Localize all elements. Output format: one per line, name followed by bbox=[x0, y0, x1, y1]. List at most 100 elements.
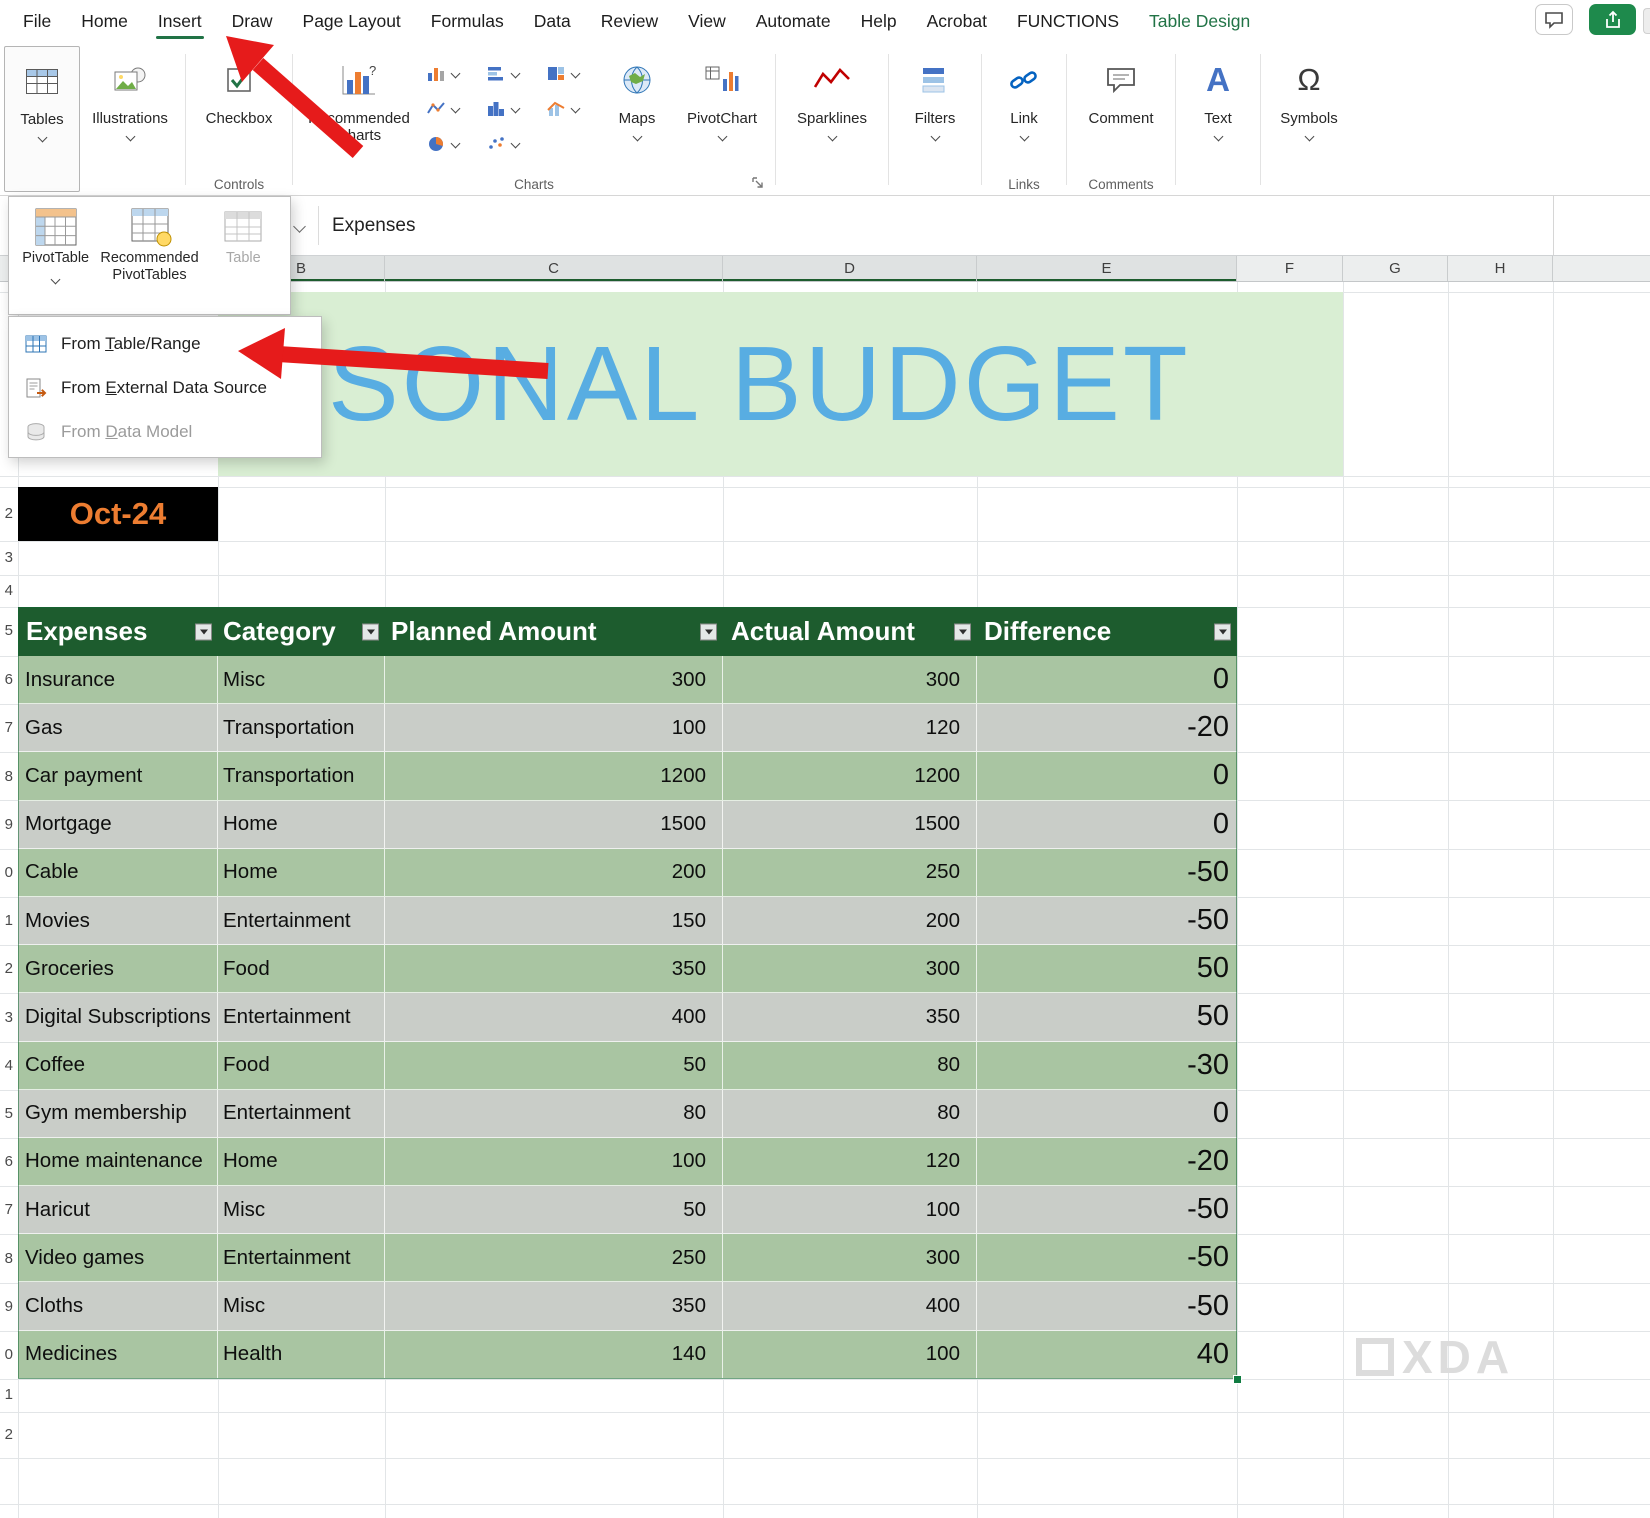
menu-tab[interactable]: FUNCTIONS bbox=[1002, 0, 1134, 42]
cell-planned-amount[interactable]: 350 bbox=[385, 1282, 723, 1329]
checkbox-button[interactable]: Checkbox bbox=[191, 46, 287, 174]
row-number[interactable]: 8 bbox=[0, 766, 13, 788]
table-row[interactable]: Mortgage Home 1500 1500 0 bbox=[18, 801, 1237, 849]
histogram-chart-button[interactable] bbox=[480, 91, 540, 126]
menu-tab[interactable]: Automate bbox=[741, 0, 846, 42]
table-row[interactable]: Gym membership Entertainment 80 80 0 bbox=[18, 1090, 1237, 1138]
cell-actual-amount[interactable]: 300 bbox=[723, 656, 977, 703]
cell-difference[interactable]: -20 bbox=[977, 704, 1237, 751]
menu-tab[interactable]: Data bbox=[519, 0, 586, 42]
hierarchy-chart-button[interactable] bbox=[540, 56, 600, 91]
cell-expense[interactable]: Cable bbox=[18, 849, 218, 896]
row-number[interactable]: 9 bbox=[0, 814, 13, 836]
cell-category[interactable]: Transportation bbox=[218, 752, 385, 799]
row-number[interactable]: 7 bbox=[0, 717, 13, 739]
row-number[interactable]: 4 bbox=[0, 1055, 13, 1077]
cell-planned-amount[interactable]: 50 bbox=[385, 1042, 723, 1089]
cell-planned-amount[interactable]: 1500 bbox=[385, 801, 723, 848]
table-row[interactable]: Home maintenance Home 100 120 -20 bbox=[18, 1138, 1237, 1186]
cell-actual-amount[interactable]: 1500 bbox=[723, 801, 977, 848]
row-number[interactable]: 8 bbox=[0, 1248, 13, 1270]
cell-actual-amount[interactable]: 120 bbox=[723, 704, 977, 751]
link-button[interactable]: Link bbox=[987, 46, 1061, 174]
row-number[interactable]: 5 bbox=[0, 620, 13, 642]
cell-actual-amount[interactable]: 350 bbox=[723, 993, 977, 1040]
cell-difference[interactable]: 0 bbox=[977, 752, 1237, 799]
cell-category[interactable]: Food bbox=[218, 1042, 385, 1089]
cell-difference[interactable]: -50 bbox=[977, 897, 1237, 944]
cell-category[interactable]: Home bbox=[218, 801, 385, 848]
filter-button[interactable] bbox=[954, 623, 971, 640]
cell-expense[interactable]: Gas bbox=[18, 704, 218, 751]
cell-category[interactable]: Entertainment bbox=[218, 897, 385, 944]
menu-tab[interactable]: View bbox=[673, 0, 741, 42]
cell-difference[interactable]: 50 bbox=[977, 945, 1237, 992]
column-chart-button[interactable] bbox=[420, 56, 480, 91]
row-number[interactable]: 4 bbox=[0, 580, 13, 602]
header-actual-amount[interactable]: Actual Amount bbox=[723, 607, 977, 656]
menu-tab[interactable]: Home bbox=[66, 0, 143, 42]
scatter-chart-button[interactable] bbox=[480, 126, 540, 161]
filter-button[interactable] bbox=[700, 623, 717, 640]
column-header[interactable]: G bbox=[1343, 256, 1448, 281]
cell-actual-amount[interactable]: 250 bbox=[723, 849, 977, 896]
row-number[interactable]: 0 bbox=[0, 1344, 13, 1366]
menu-tab[interactable]: Page Layout bbox=[288, 0, 416, 42]
cell-planned-amount[interactable]: 140 bbox=[385, 1331, 723, 1378]
cell-difference[interactable]: 40 bbox=[977, 1331, 1237, 1378]
table-row[interactable]: Cable Home 200 250 -50 bbox=[18, 849, 1237, 897]
comment-button[interactable]: Comment bbox=[1072, 46, 1170, 174]
cell-actual-amount[interactable]: 80 bbox=[723, 1042, 977, 1089]
cell-actual-amount[interactable]: 200 bbox=[723, 897, 977, 944]
illustrations-button[interactable]: Illustrations bbox=[80, 46, 180, 174]
bar-chart-button[interactable] bbox=[480, 56, 540, 91]
table-row[interactable]: Car payment Transportation 1200 1200 0 bbox=[18, 752, 1237, 800]
sparklines-button[interactable]: Sparklines bbox=[781, 46, 883, 174]
cell-difference[interactable]: -50 bbox=[977, 849, 1237, 896]
cell-actual-amount[interactable]: 400 bbox=[723, 1282, 977, 1329]
cell-actual-amount[interactable]: 300 bbox=[723, 945, 977, 992]
cell-planned-amount[interactable]: 1200 bbox=[385, 752, 723, 799]
cell-difference[interactable]: 0 bbox=[977, 1090, 1237, 1137]
header-category[interactable]: Category bbox=[218, 607, 385, 656]
pivotchart-button[interactable]: PivotChart bbox=[674, 46, 770, 174]
recommended-charts-button[interactable]: ? Recommended Charts bbox=[298, 46, 420, 174]
menu-tab[interactable]: Review bbox=[586, 0, 673, 42]
cell-expense[interactable]: Haricut bbox=[18, 1186, 218, 1233]
row-number[interactable]: 3 bbox=[0, 547, 13, 569]
cell-planned-amount[interactable]: 50 bbox=[385, 1186, 723, 1233]
cell-expense[interactable]: Cloths bbox=[18, 1282, 218, 1329]
filter-button[interactable] bbox=[1214, 623, 1231, 640]
recommended-pivottables-button[interactable]: Recommended PivotTables bbox=[100, 203, 198, 308]
cell-actual-amount[interactable]: 80 bbox=[723, 1090, 977, 1137]
symbols-button[interactable]: Ω Symbols bbox=[1266, 46, 1352, 174]
header-planned-amount[interactable]: Planned Amount bbox=[385, 607, 723, 656]
pie-chart-button[interactable] bbox=[420, 126, 480, 161]
row-number[interactable]: 5 bbox=[0, 1103, 13, 1125]
menu-tab[interactable]: Formulas bbox=[416, 0, 519, 42]
selection-handle[interactable] bbox=[1233, 1375, 1242, 1384]
row-number[interactable]: 1 bbox=[0, 1384, 13, 1406]
combo-chart-button[interactable] bbox=[540, 91, 600, 126]
cell-actual-amount[interactable]: 100 bbox=[723, 1186, 977, 1233]
cell-expense[interactable]: Coffee bbox=[18, 1042, 218, 1089]
cell-category[interactable]: Misc bbox=[218, 1282, 385, 1329]
cell-expense[interactable]: Car payment bbox=[18, 752, 218, 799]
menu-item-from-data-model[interactable]: From Data Model bbox=[9, 410, 321, 454]
tables-button[interactable]: Tables bbox=[4, 46, 80, 192]
filters-button[interactable]: Filters bbox=[894, 46, 976, 174]
cell-expense[interactable]: Gym membership bbox=[18, 1090, 218, 1137]
table-row[interactable]: Groceries Food 350 300 50 bbox=[18, 945, 1237, 993]
cell-expense[interactable]: Movies bbox=[18, 897, 218, 944]
row-number[interactable]: 2 bbox=[0, 503, 13, 525]
cell-expense[interactable]: Home maintenance bbox=[18, 1138, 218, 1185]
cell-planned-amount[interactable]: 100 bbox=[385, 1138, 723, 1185]
cell-difference[interactable]: -50 bbox=[977, 1282, 1237, 1329]
filter-button[interactable] bbox=[362, 623, 379, 640]
menu-item-from-table-range[interactable]: From Table/Range bbox=[9, 322, 321, 366]
text-button[interactable]: A Text bbox=[1181, 46, 1255, 174]
menu-tab[interactable]: Draw bbox=[217, 0, 288, 42]
cell-category[interactable]: Transportation bbox=[218, 704, 385, 751]
maps-button[interactable]: Maps bbox=[600, 46, 674, 174]
filter-button[interactable] bbox=[195, 623, 212, 640]
